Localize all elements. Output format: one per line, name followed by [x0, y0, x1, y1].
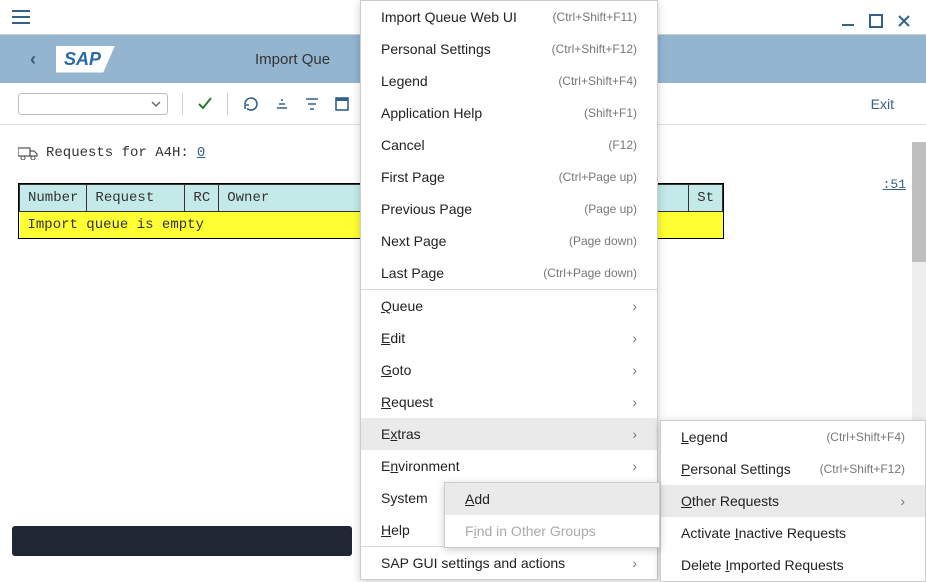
- menu-legend[interactable]: Legend(Ctrl+Shift+F4): [361, 65, 657, 97]
- chevron-right-icon: ›: [900, 493, 905, 509]
- separator: [227, 93, 228, 115]
- separator: [182, 93, 183, 115]
- scroll-thumb[interactable]: [912, 142, 926, 262]
- back-button[interactable]: ‹: [10, 49, 56, 70]
- col-rc[interactable]: RC: [185, 185, 219, 212]
- page-title: Import Que: [255, 51, 330, 68]
- menu-extras[interactable]: Extras›: [361, 418, 657, 450]
- col-number[interactable]: Number: [20, 185, 87, 212]
- chevron-right-icon: ›: [632, 555, 637, 571]
- extras-legend[interactable]: Legend(Ctrl+Shift+F4): [661, 421, 925, 453]
- chevron-right-icon: ›: [632, 394, 637, 410]
- requests-count[interactable]: 0: [197, 145, 205, 161]
- other-requests-add[interactable]: Add: [445, 483, 659, 515]
- sort-asc-icon[interactable]: [274, 96, 290, 112]
- hamburger-menu-icon[interactable]: [12, 10, 30, 24]
- extras-submenu: Legend(Ctrl+Shift+F4) Personal Settings(…: [660, 420, 926, 582]
- chevron-right-icon: ›: [632, 330, 637, 346]
- exit-button[interactable]: Exit: [871, 96, 908, 112]
- menu-import-queue-web-ui[interactable]: Import Queue Web UI(Ctrl+Shift+F11): [361, 1, 657, 33]
- menu-last-page[interactable]: Last Page(Ctrl+Page down): [361, 257, 657, 289]
- extras-personal-settings[interactable]: Personal Settings(Ctrl+Shift+F12): [661, 453, 925, 485]
- col-st[interactable]: St: [689, 185, 723, 212]
- extras-activate-inactive[interactable]: Activate Inactive Requests: [661, 517, 925, 549]
- close-icon[interactable]: [896, 13, 912, 29]
- other-requests-submenu: Add Find in Other Groups: [444, 482, 660, 548]
- menu-personal-settings[interactable]: Personal Settings(Ctrl+Shift+F12): [361, 33, 657, 65]
- menu-first-page[interactable]: First Page(Ctrl+Page up): [361, 161, 657, 193]
- menu-next-page[interactable]: Next Page(Page down): [361, 225, 657, 257]
- menu-request[interactable]: Request›: [361, 386, 657, 418]
- extras-other-requests[interactable]: Other Requests›: [661, 485, 925, 517]
- chevron-right-icon: ›: [632, 298, 637, 314]
- menu-edit[interactable]: Edit›: [361, 322, 657, 354]
- menu-application-help[interactable]: Application Help(Shift+F1): [361, 97, 657, 129]
- maximize-icon[interactable]: [868, 13, 884, 29]
- chevron-right-icon: ›: [632, 362, 637, 378]
- menu-queue[interactable]: Queue›: [361, 290, 657, 322]
- refresh-icon[interactable]: [242, 95, 260, 113]
- requests-label: Requests for A4H:: [46, 145, 189, 161]
- minimize-icon[interactable]: [840, 13, 856, 29]
- truck-icon: [18, 146, 38, 160]
- filter-icon[interactable]: [304, 96, 320, 112]
- menu-previous-page[interactable]: Previous Page(Page up): [361, 193, 657, 225]
- chevron-right-icon: ›: [632, 426, 637, 442]
- extras-delete-imported[interactable]: Delete Imported Requests: [661, 549, 925, 581]
- menu-sap-gui-settings[interactable]: SAP GUI settings and actions›: [361, 547, 657, 579]
- status-bar: [12, 526, 352, 556]
- sap-logo: SAP: [56, 46, 115, 73]
- menu-cancel[interactable]: Cancel(F12): [361, 129, 657, 161]
- accept-icon[interactable]: [197, 96, 213, 112]
- other-requests-find: Find in Other Groups: [445, 515, 659, 547]
- menu-goto[interactable]: Goto›: [361, 354, 657, 386]
- transaction-code-combo[interactable]: [18, 93, 168, 115]
- menu-environment[interactable]: Environment›: [361, 450, 657, 482]
- chevron-right-icon: ›: [632, 458, 637, 474]
- col-request[interactable]: Request: [87, 185, 185, 212]
- timestamp[interactable]: :51: [883, 177, 906, 192]
